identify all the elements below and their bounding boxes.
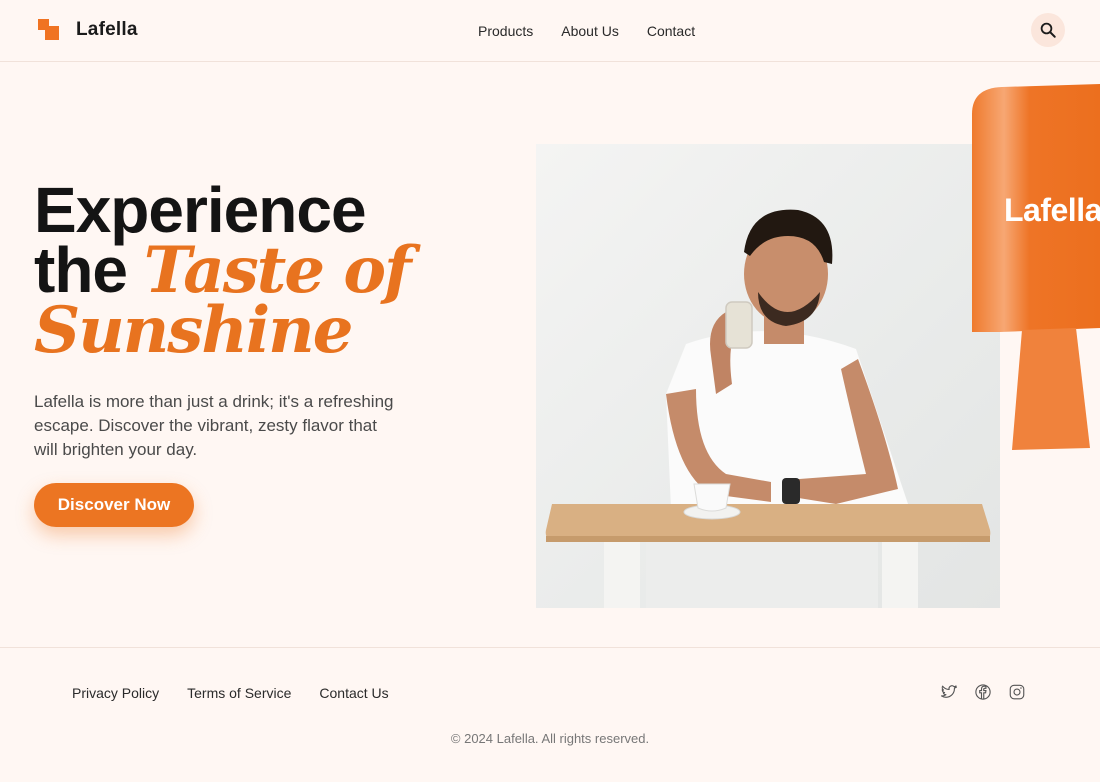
social-links (940, 683, 1026, 701)
footer-divider (0, 647, 1100, 648)
hero-description: Lafella is more than just a drink; it's … (34, 392, 394, 459)
brand-logo[interactable]: Lafella (36, 17, 138, 43)
headline-line-1: Experience (34, 174, 367, 246)
man-drinking-illustration (545, 209, 991, 608)
footer-links: Privacy Policy Terms of Service Contact … (72, 685, 389, 701)
headline-script-sunshine: Sunshine (34, 293, 353, 368)
hero-headline: Experience the Taste of Sunshine (34, 174, 454, 368)
search-button[interactable] (1031, 13, 1065, 47)
hero-photo (536, 144, 1000, 608)
copyright-text: © 2024 Lafella. All rights reserved. (450, 731, 650, 746)
discover-now-button[interactable]: Discover Now (34, 483, 194, 527)
nav-contact[interactable]: Contact (647, 23, 695, 39)
nav-about-us[interactable]: About Us (561, 23, 619, 39)
bottle-decoration: Lafella (972, 84, 1100, 454)
facebook-icon[interactable] (974, 683, 992, 701)
brand-mark-icon (36, 17, 60, 43)
main-nav: Products About Us Contact (478, 23, 695, 39)
footer-terms-of-service[interactable]: Terms of Service (187, 685, 291, 701)
nav-products[interactable]: Products (478, 23, 533, 39)
footer-contact-us[interactable]: Contact Us (319, 685, 388, 701)
headline-line-2: the Taste of (34, 238, 454, 303)
brand-name: Lafella (76, 19, 138, 40)
footer-privacy-policy[interactable]: Privacy Policy (72, 685, 159, 701)
site-header: Lafella Products About Us Contact (0, 0, 1100, 62)
instagram-icon[interactable] (1008, 683, 1026, 701)
twitter-icon[interactable] (940, 683, 958, 701)
search-icon (1040, 22, 1056, 38)
bottle-label: Lafella (1004, 192, 1100, 228)
